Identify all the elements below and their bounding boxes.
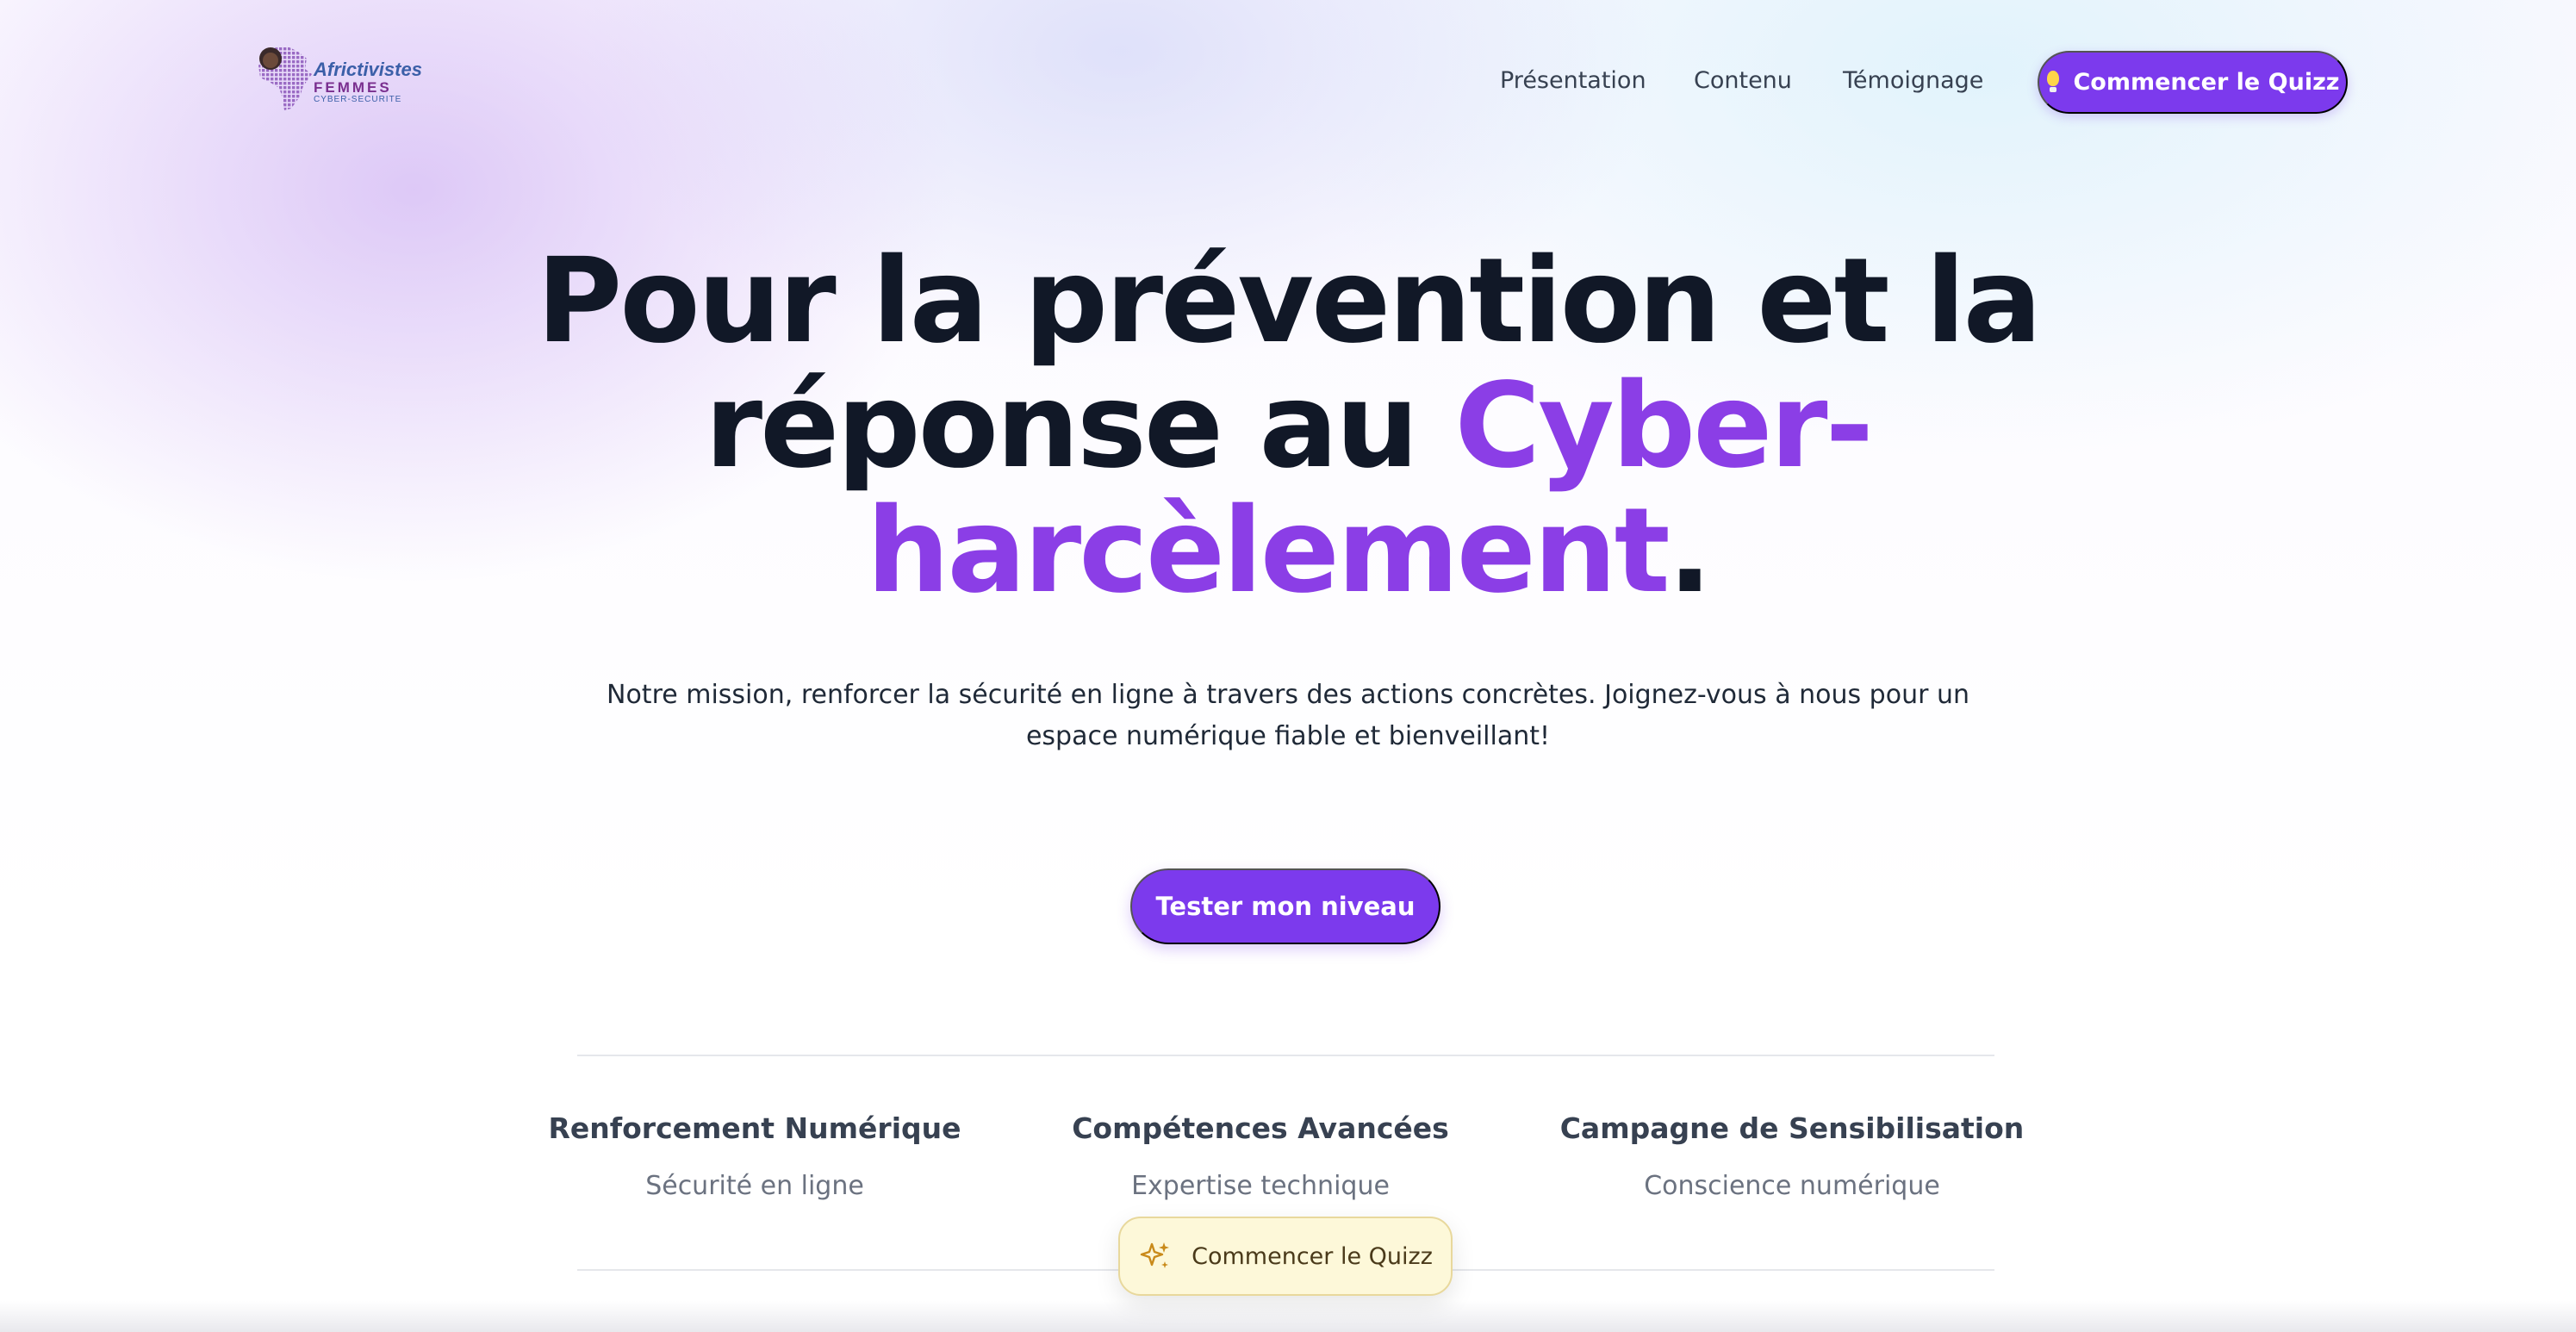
stat-title: Campagne de Sensibilisation (1559, 1111, 2025, 1145)
stat-subtitle: Expertise technique (1131, 1171, 1390, 1201)
nav-temoignage[interactable]: Témoignage (1843, 67, 1983, 94)
stat-campagne: Campagne de Sensibilisation Conscience n… (1551, 1111, 2033, 1201)
test-level-button[interactable]: Tester mon niveau (1130, 868, 1440, 944)
lightbulb-icon (2045, 70, 2061, 95)
hero-title: Pour la prévention et la réponse au Cybe… (431, 240, 2145, 614)
start-quiz-button[interactable]: Commencer le Quizz (2038, 51, 2348, 114)
site-logo[interactable]: Africtivistes FEMMES CYBER-SECURITE (253, 43, 422, 114)
stat-title: Compétences Avancées (1072, 1111, 1449, 1145)
logo-line-3: CYBER-SECURITE (314, 95, 402, 104)
stat-subtitle: Conscience numérique (1644, 1171, 1940, 1201)
logo-line-1: Africtivistes (314, 59, 422, 80)
nav-presentation[interactable]: Présentation (1500, 67, 1646, 94)
hero-title-period: . (1667, 483, 1713, 619)
stats-top-divider (577, 1055, 1994, 1056)
stat-title: Renforcement Numérique (548, 1111, 961, 1145)
stat-subtitle: Sécurité en ligne (645, 1171, 864, 1201)
logo-line-2: FEMMES (314, 79, 392, 96)
nav-contenu[interactable]: Contenu (1694, 67, 1792, 94)
sparkles-icon (1140, 1242, 1170, 1268)
africa-map-icon (258, 47, 312, 110)
stat-competences: Compétences Avancées Expertise technique (1019, 1111, 1502, 1201)
logo-text: Africtivistes FEMMES CYBER-SECURITE (314, 60, 422, 104)
hero-subtitle: Notre mission, renforcer la sécurité en … (607, 680, 1969, 751)
start-quiz-label: Commencer le Quizz (2073, 69, 2340, 96)
stat-renforcement: Renforcement Numérique Sécurité en ligne (513, 1111, 996, 1201)
floating-quiz-button[interactable]: Commencer le Quizz (1118, 1217, 1453, 1296)
floating-quiz-label: Commencer le Quizz (1192, 1242, 1433, 1270)
landing-page: Africtivistes FEMMES CYBER-SECURITE Prés… (0, 0, 2576, 1332)
